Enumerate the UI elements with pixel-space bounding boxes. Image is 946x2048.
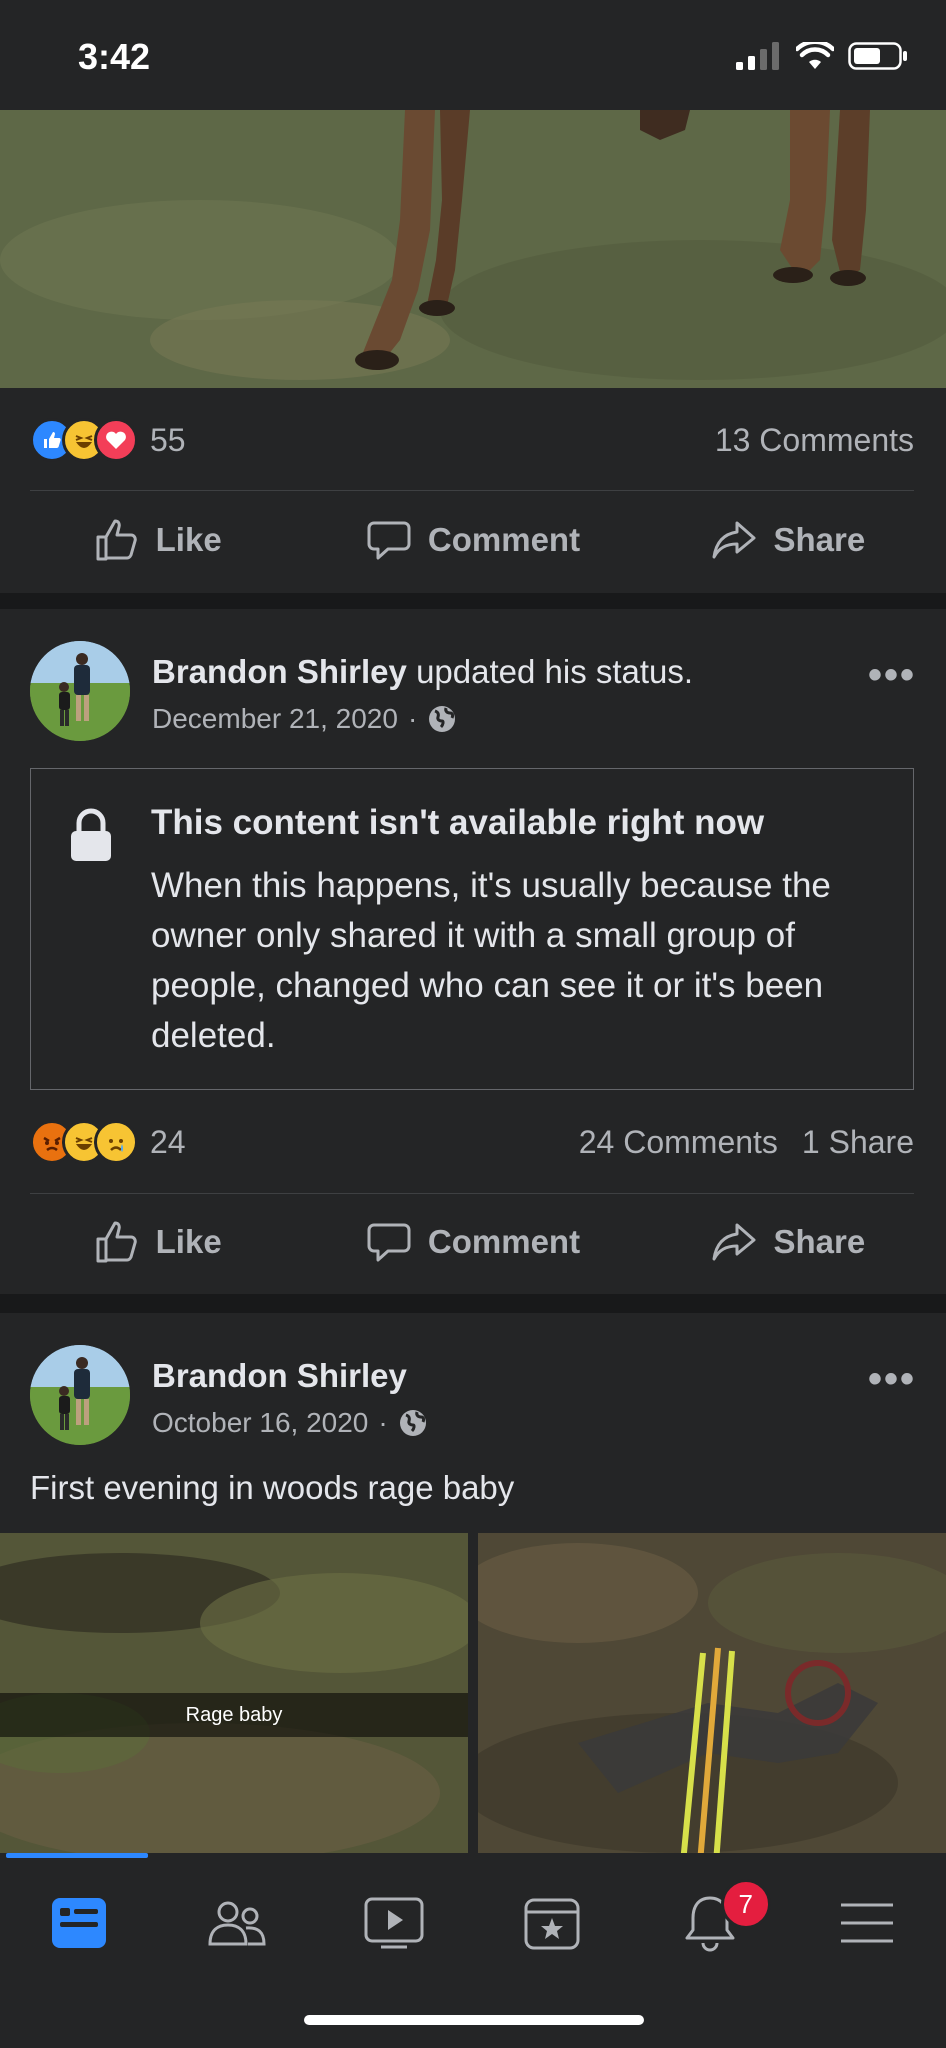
nav-friends[interactable]	[158, 1873, 316, 1973]
post-photo-bow-arrows[interactable]	[478, 1533, 946, 1853]
post-meta: October 16, 2020 ·	[152, 1407, 428, 1439]
post-meta: December 21, 2020 ·	[152, 703, 457, 735]
status-bar: 3:42	[0, 0, 946, 110]
friends-icon	[207, 1901, 266, 1946]
share-label: Share	[773, 521, 866, 558]
nav-watch[interactable]	[315, 1873, 473, 1973]
share-button[interactable]: Share	[631, 492, 946, 588]
author-name[interactable]: Brandon Shirley	[152, 653, 407, 690]
reaction-count[interactable]: 24	[150, 1124, 186, 1161]
globe-icon	[399, 1410, 426, 1436]
status-time: 3:42	[78, 36, 151, 77]
lock-icon	[71, 808, 111, 861]
globe-icon	[429, 706, 456, 732]
avatar[interactable]	[30, 1345, 130, 1445]
post-photo-ground[interactable]: Rage baby	[0, 1533, 468, 1853]
comments-count[interactable]: 24 Comments	[579, 1124, 778, 1161]
wifi-icon	[796, 42, 834, 69]
shares-count[interactable]: 1 Share	[802, 1124, 914, 1161]
unavailable-body: When this happens, it's usually because …	[151, 866, 831, 1055]
share-icon	[712, 521, 756, 559]
content-unavailable-box: This content isn't available right now W…	[30, 768, 914, 1090]
post-date[interactable]: October 16, 2020	[152, 1407, 368, 1439]
photo-caption: Rage baby	[0, 1693, 468, 1737]
active-tab-indicator	[6, 1853, 148, 1858]
like-button[interactable]: Like	[0, 492, 315, 588]
nav-marketplace[interactable]	[473, 1873, 631, 1973]
reaction-count[interactable]: 55	[150, 422, 186, 459]
nav-menu[interactable]	[788, 1873, 946, 1973]
comment-label: Comment	[427, 521, 581, 558]
reaction-icons	[30, 418, 138, 462]
post-date[interactable]: December 21, 2020	[152, 703, 398, 735]
avatar[interactable]	[30, 641, 130, 741]
share-label: Share	[773, 1223, 866, 1260]
post2-card: Brandon Shirley updated his status. Dece…	[0, 609, 946, 1294]
like-label: Like	[155, 1223, 222, 1260]
thumbs-up-icon	[96, 519, 137, 561]
like-button[interactable]: Like	[0, 1194, 315, 1290]
comments-count[interactable]: 13 Comments	[715, 422, 914, 459]
thumbs-up-icon	[96, 1221, 137, 1263]
share-button[interactable]: Share	[631, 1194, 946, 1290]
home-icon	[51, 1898, 106, 1948]
activity-text: updated his status.	[416, 653, 694, 690]
more-options-button[interactable]: •••	[868, 653, 916, 698]
bottom-nav: 7	[0, 1853, 946, 2048]
notification-badge: 7	[720, 1879, 771, 1929]
like-label: Like	[155, 521, 222, 558]
comment-button[interactable]: Comment	[315, 1194, 630, 1290]
love-reaction-icon	[94, 418, 138, 462]
menu-icon	[841, 1903, 894, 1943]
reaction-icons	[30, 1120, 138, 1164]
comment-label: Comment	[427, 1223, 581, 1260]
reactions-summary[interactable]: 55 13 Comments	[30, 410, 914, 470]
reactions-summary[interactable]: 24 24 Comments 1 Share	[30, 1112, 914, 1172]
author-name[interactable]: Brandon Shirley	[152, 1357, 407, 1394]
comment-button[interactable]: Comment	[315, 492, 630, 588]
post-actions: Like Comment Share	[0, 492, 946, 588]
signal-icon	[736, 42, 779, 70]
nav-home[interactable]	[0, 1873, 158, 1973]
more-options-button[interactable]: •••	[868, 1357, 916, 1402]
marketplace-icon	[524, 1898, 580, 1950]
post-photo-horse[interactable]	[0, 110, 946, 388]
post1-footer: 55 13 Comments Like Comment Share	[0, 388, 946, 593]
comment-icon	[367, 521, 411, 560]
post-text: First evening in woods rage baby	[30, 1469, 515, 1506]
meta-separator: ·	[378, 1407, 388, 1438]
share-icon	[712, 1223, 756, 1261]
comment-icon	[367, 1223, 411, 1262]
home-indicator	[304, 2015, 644, 2025]
nav-notifications[interactable]: 7	[631, 1873, 789, 1973]
divider	[30, 490, 914, 491]
watch-icon	[364, 1897, 424, 1949]
status-icons	[736, 42, 908, 70]
sad-reaction-icon	[94, 1120, 138, 1164]
meta-separator: ·	[407, 703, 418, 734]
post-header-text: Brandon Shirley	[152, 1357, 407, 1395]
battery-icon	[848, 42, 907, 70]
unavailable-title: This content isn't available right now	[151, 803, 765, 842]
post-actions: Like Comment Share	[0, 1194, 946, 1290]
post-header-text: Brandon Shirley updated his status.	[152, 653, 693, 691]
